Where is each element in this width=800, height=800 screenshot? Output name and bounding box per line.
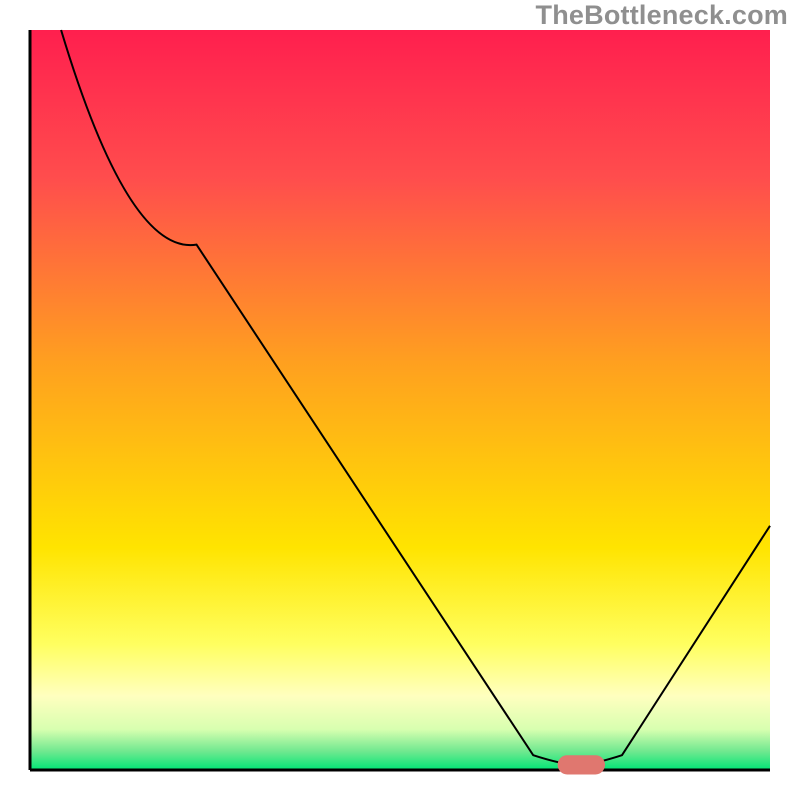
bottleneck-chart (0, 0, 800, 800)
chart-gradient-bg (30, 30, 770, 770)
current-point-marker (558, 755, 605, 774)
